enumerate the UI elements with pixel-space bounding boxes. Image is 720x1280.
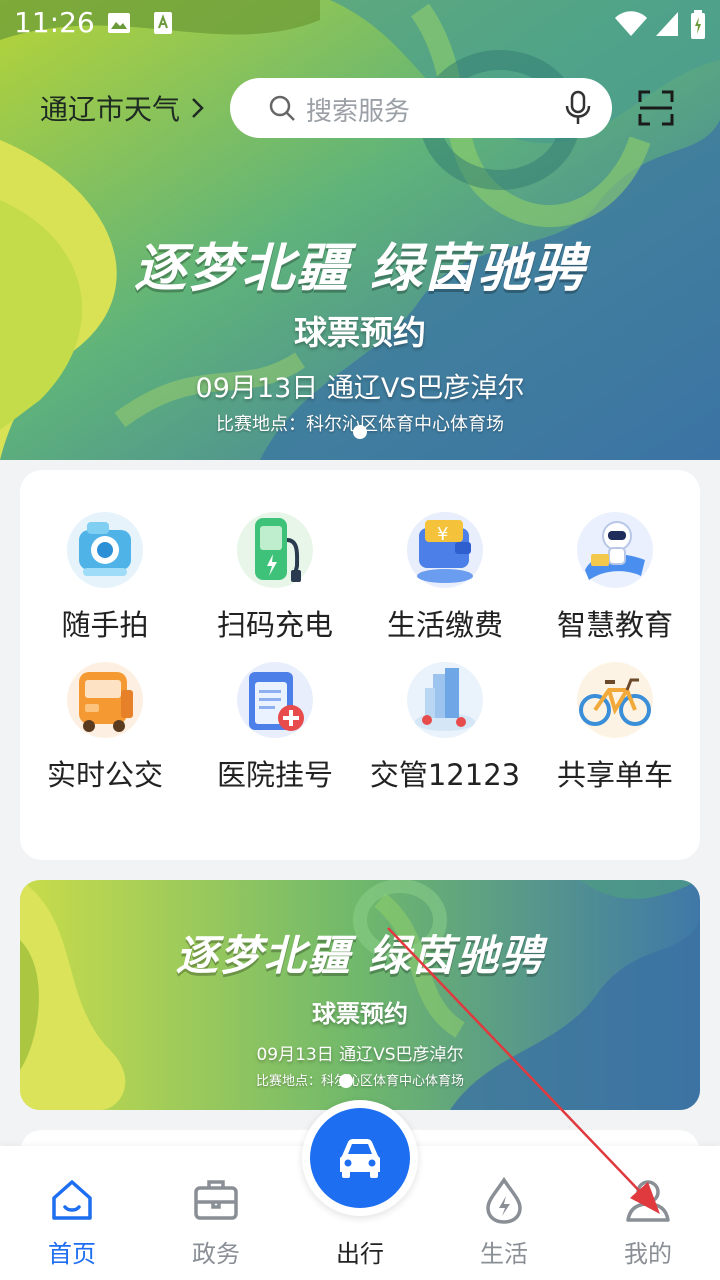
search-icon: [269, 95, 295, 121]
service-hospital-registration[interactable]: 医院挂号: [190, 660, 360, 794]
camera-icon: [67, 512, 143, 588]
scan-icon[interactable]: [636, 88, 676, 128]
weather-link[interactable]: 通辽市天气: [40, 88, 208, 128]
service-label: 实时公交: [46, 758, 163, 792]
image-notification-icon: [108, 13, 130, 33]
tab-label: 我的: [624, 1240, 672, 1268]
search-bar[interactable]: 搜索服务: [230, 78, 612, 138]
tab-label: 首页: [48, 1240, 96, 1268]
weather-label: 通辽市天气: [40, 93, 181, 126]
hero-banner[interactable]: 11:26 通辽市天气 搜索服务 逐梦北疆 绿茵驰骋 球票预约 09月13日 通…: [0, 0, 720, 460]
service-label: 交管12123: [369, 758, 521, 792]
water-drop-icon: [486, 1176, 522, 1224]
services-card: 随手拍 扫码充电 ¥ 生活缴费 智慧教育 实时公交 医院挂号 交管12123 共…: [20, 470, 700, 860]
briefcase-icon: [194, 1180, 238, 1220]
charging-station-icon: [237, 512, 313, 588]
car-icon: [340, 1139, 380, 1178]
tab-label: 政务: [192, 1240, 240, 1268]
city-map-icon: [407, 662, 483, 738]
service-label: 生活缴费: [386, 608, 503, 642]
promo-venue: 比赛地点：科尔沁区体育中心体育场: [255, 1074, 464, 1089]
robot-icon: [577, 512, 653, 588]
service-smart-education[interactable]: 智慧教育: [530, 510, 700, 644]
service-label: 随手拍: [61, 608, 149, 642]
service-label: 共享单车: [556, 758, 673, 792]
search-input[interactable]: 搜索服务: [306, 91, 410, 128]
tab-life[interactable]: 生活: [444, 1176, 564, 1269]
service-label: 扫码充电: [216, 608, 333, 642]
hero-subtitle: 球票预约: [294, 313, 426, 352]
service-life-payment[interactable]: ¥ 生活缴费: [360, 510, 530, 644]
hero-title: 逐梦北疆 绿茵驰骋: [133, 239, 587, 299]
wallet-icon: ¥: [407, 512, 483, 588]
hero-date: 09月13日 通辽VS巴彦淖尔: [195, 373, 525, 404]
service-random-snap[interactable]: 随手拍: [20, 510, 190, 644]
tab-label: 生活: [480, 1240, 528, 1268]
service-label: 智慧教育: [556, 608, 673, 642]
chevron-right-icon: [192, 98, 204, 118]
service-shared-bike[interactable]: 共享单车: [530, 660, 700, 794]
tab-mine[interactable]: 我的: [588, 1176, 708, 1269]
service-label: 医院挂号: [216, 758, 333, 792]
svg-text:¥: ¥: [437, 524, 448, 545]
signal-icon: [656, 12, 678, 36]
bus-icon: [67, 662, 143, 738]
tab-government[interactable]: 政务: [156, 1176, 276, 1269]
clipboard-medical-icon: [237, 662, 313, 738]
font-notification-icon: [154, 12, 172, 34]
user-icon: [626, 1180, 670, 1222]
carousel-indicator: [353, 425, 367, 439]
status-bar: 11:26: [0, 0, 720, 48]
tab-label: 出行: [336, 1240, 384, 1268]
microphone-icon[interactable]: [564, 90, 592, 126]
promo-date: 09月13日 通辽VS巴彦淖尔: [256, 1045, 464, 1065]
promo-title: 逐梦北疆 绿茵驰骋: [175, 931, 545, 980]
tab-home[interactable]: 首页: [12, 1176, 132, 1269]
wifi-icon: [615, 11, 647, 36]
home-icon: [52, 1180, 92, 1220]
travel-fab-circle: [310, 1108, 410, 1208]
service-scan-charge[interactable]: 扫码充电: [190, 510, 360, 644]
service-realtime-bus[interactable]: 实时公交: [20, 660, 190, 794]
promo-carousel-indicator: [339, 1074, 353, 1088]
bicycle-icon: [577, 662, 653, 738]
status-time: 11:26: [14, 6, 95, 39]
battery-icon: [691, 10, 705, 39]
travel-fab[interactable]: [302, 1100, 418, 1216]
promo-banner[interactable]: 逐梦北疆 绿茵驰骋 球票预约 09月13日 通辽VS巴彦淖尔 比赛地点：科尔沁区…: [20, 880, 700, 1110]
service-traffic-12123[interactable]: 交管12123: [360, 660, 530, 794]
promo-subtitle: 球票预约: [312, 1000, 408, 1028]
